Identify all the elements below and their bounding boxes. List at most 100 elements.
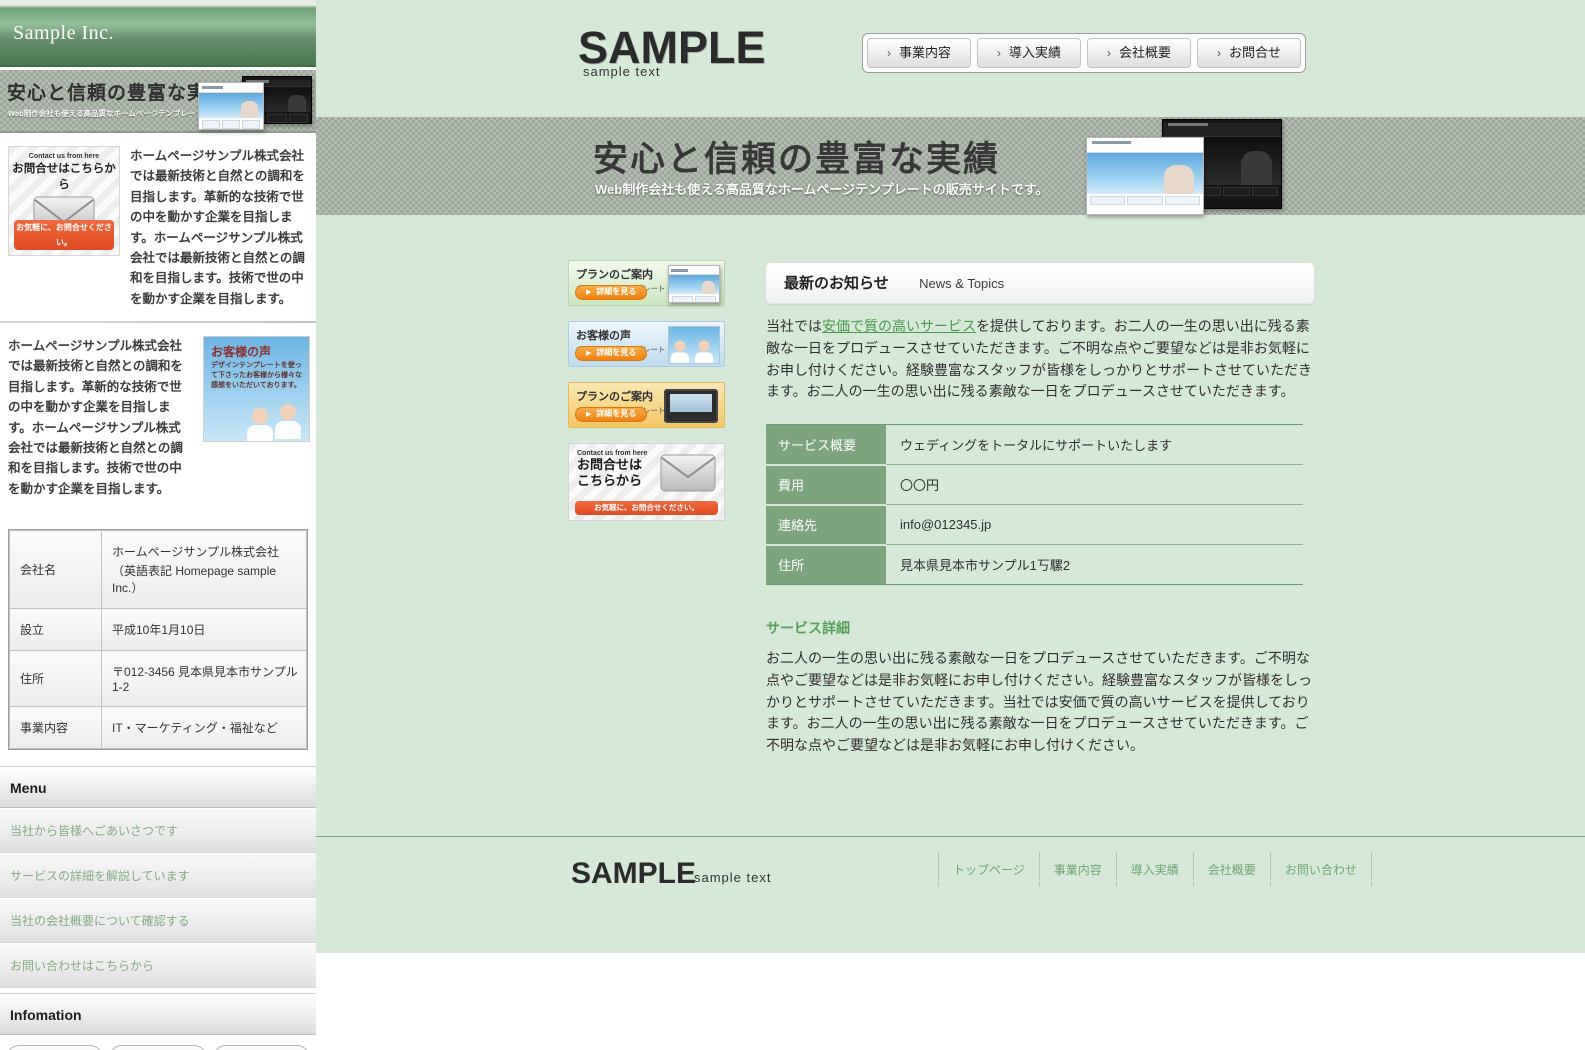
footer-link-contact[interactable]: お問い合わせ	[1270, 853, 1372, 886]
footer-link-company[interactable]: 会社概要	[1193, 853, 1270, 886]
sidebar-brand-header: Sample Inc.	[0, 0, 316, 67]
main-header: SAMPLE sample text ›事業内容 ›導入実績 ›会社概要 ›お問…	[316, 0, 1585, 117]
envelope-icon	[660, 454, 716, 492]
chevron-right-icon: ›	[1107, 46, 1111, 60]
footer-link-business[interactable]: 事業内容	[1039, 853, 1116, 886]
hero-subtitle: Web制作会社も使える高品質なホームページテンプレートの販売サイトです。	[595, 179, 1048, 198]
brand-logo: Sample Inc.	[0, 0, 316, 45]
company-overview-button[interactable]: 会社概要	[213, 1045, 310, 1050]
sidebar: Sample Inc. 安心と信頼の豊富な実績 Web制作会社も使える高品質なホ…	[0, 0, 316, 1010]
service-link[interactable]: 安価で質の高いサービス	[822, 318, 976, 334]
company-label: 設立	[10, 609, 102, 651]
news-button[interactable]: ニュース	[6, 1045, 103, 1050]
hero-band: 安心と信頼の豊富な実績 Web制作会社も使える高品質なホームページテンプレートの…	[316, 117, 1585, 215]
footer-link-top[interactable]: トップページ	[938, 853, 1039, 886]
page: Sample Inc. 安心と信頼の豊富な実績 Web制作会社も使える高品質なホ…	[0, 0, 1585, 1050]
person-figure	[275, 404, 301, 439]
company-value: 平成10年1月10日	[112, 621, 298, 638]
company-value: IT・マーケティング・福祉など	[112, 719, 298, 736]
company-label: 住所	[10, 651, 102, 707]
sidebar-menu-item-service[interactable]: サービスの詳細を解説しています	[0, 854, 316, 898]
table-row: 事業内容 IT・マーケティング・福祉など	[10, 707, 307, 749]
menu-heading: Menu	[0, 766, 316, 808]
sidebar-menu-item-contact[interactable]: お問い合わせはこちらから	[0, 944, 316, 988]
customer-voice-subtitle: デザインテンプレートを使って下さったお客様から様々な感想をいただいております。	[204, 361, 309, 391]
table-row: 会社名 ホームページサンプル株式会社 （英語表記 Homepage sample…	[10, 531, 307, 609]
customer-voice-banner[interactable]: お客様の声 デザインテンプレートを使って下さったお客様から様々な感想をいただいて…	[203, 336, 310, 442]
contact-banner-title: お問合せはこちらから	[9, 160, 119, 192]
table-row: 住所 〒012-3456 見本県見本市サンプル1-2	[10, 651, 307, 707]
table-row: 費用 〇〇円	[766, 465, 1303, 505]
company-label: 会社名	[10, 531, 102, 609]
main-footer: SAMPLE sample text トップページ事業内容導入実績会社概要お問い…	[316, 836, 1585, 953]
news-subtitle: News & Topics	[919, 276, 1004, 291]
footer-link-results[interactable]: 導入実績	[1116, 853, 1193, 886]
service-table: サービス概要 ウェディングをトータルにサポートいたします 費用 〇〇円 連絡先 …	[766, 424, 1303, 585]
intro-paragraph: 当社では安価で質の高いサービスを提供しております。お二人の一生の思い出に残る素敵…	[766, 316, 1312, 403]
service-label: 費用	[766, 465, 886, 505]
arrow-right-icon: ▶	[586, 350, 591, 357]
nav-button-results[interactable]: ›導入実績	[977, 38, 1081, 68]
sidebar-about-text: ホームページサンプル株式会社では最新技術と自然との調和を目指します。革新的な技術…	[130, 146, 310, 309]
arrow-right-icon: ▶	[586, 411, 591, 418]
chevron-right-icon: ›	[887, 46, 891, 60]
table-row: 設立 平成10年1月10日	[10, 609, 307, 651]
table-row: 住所 見本県見本市サンプル1丂騾2	[766, 545, 1303, 585]
devices-graphic	[664, 389, 718, 423]
hero-thumbnail-blue	[1086, 137, 1204, 215]
people-photo	[668, 326, 720, 364]
website-thumbnail-blue	[668, 265, 720, 303]
site-tagline: sample text	[583, 64, 660, 79]
company-value: 〒012-3456 見本県見本市サンプル1-2	[112, 663, 298, 694]
sidebar-about-text-2: ホームページサンプル株式会社では最新技術と自然との調和を目指します。革新的な技術…	[8, 336, 193, 499]
chevron-right-icon: ›	[1217, 46, 1221, 60]
contact-banner-button[interactable]: お気軽に、お問合せください。	[575, 501, 718, 515]
sidebar-contact-section: Contact us from here お問合せはこちらから お気軽に、お問合…	[0, 133, 316, 321]
chevron-right-icon: ›	[997, 46, 1001, 60]
footer-links: トップページ事業内容導入実績会社概要お問い合わせ	[938, 853, 1372, 886]
main-navigation: ›事業内容 ›導入実績 ›会社概要 ›お問合せ	[862, 33, 1306, 73]
table-row: 連絡先 info@012345.jp	[766, 505, 1303, 545]
information-buttons: ニュース お問い合わせ 会社概要	[0, 1035, 316, 1050]
service-label: 住所	[766, 545, 886, 585]
footer-logo: SAMPLE	[571, 857, 696, 891]
nav-button-contact[interactable]: ›お問合せ	[1197, 38, 1301, 68]
company-value-en: （英語表記 Homepage sample Inc.）	[112, 562, 298, 596]
website-thumbnail-blue	[198, 82, 264, 130]
nav-button-company[interactable]: ›会社概要	[1087, 38, 1191, 68]
information-heading: Infomation	[0, 993, 316, 1035]
plan-banner-green[interactable]: プランのご案内 ホームページテンプレート ▶詳細を見る	[568, 260, 725, 306]
sidebar-hero-banner: 安心と信頼の豊富な実績 Web制作会社も使える高品質なホームページテンプレートの…	[0, 70, 316, 133]
plan-banner-orange[interactable]: プランのご案内 ホームページテンプレート ▶詳細を見る	[568, 382, 725, 428]
service-value: 見本県見本市サンプル1丂騾2	[886, 545, 1303, 585]
sidebar-voice-section: ホームページサンプル株式会社では最新技術と自然との調和を目指します。革新的な技術…	[0, 323, 316, 511]
contact-banner-eyebrow: Contact us from here	[9, 147, 119, 160]
customer-voice-title: お客様の声	[204, 337, 309, 361]
inquiry-button[interactable]: お問い合わせ	[109, 1045, 206, 1050]
company-info-table: 会社名 ホームページサンプル株式会社 （英語表記 Homepage sample…	[8, 529, 308, 750]
service-value: ウェディングをトータルにサポートいたします	[886, 425, 1303, 465]
hero-title: 安心と信頼の豊富な実績	[593, 131, 1000, 182]
company-label: 事業内容	[10, 707, 102, 749]
news-topics-header: 最新のお知らせ News & Topics	[765, 262, 1315, 304]
sidebar-menu-item-greeting[interactable]: 当社から皆様へごあいさつです	[0, 809, 316, 853]
banner-column: プランのご案内 ホームページテンプレート ▶詳細を見る お客様の声 ホームページ…	[568, 260, 725, 536]
sidebar-menu-item-company[interactable]: 当社の会社概要について確認する	[0, 899, 316, 943]
nav-button-business[interactable]: ›事業内容	[867, 38, 971, 68]
contact-banner[interactable]: Contact us from here お問合せはこちらから お気軽に、お問合…	[8, 146, 120, 256]
footer-tagline: sample text	[694, 870, 771, 885]
service-label: サービス概要	[766, 425, 886, 465]
contact-banner-main[interactable]: Contact us from here お問合せは こちらから お気軽に、お問…	[568, 443, 725, 521]
contact-banner-button[interactable]: お気軽に、お問合せください。	[14, 220, 114, 250]
service-label: 連絡先	[766, 505, 886, 545]
main-content: プランのご案内 ホームページテンプレート ▶詳細を見る お客様の声 ホームページ…	[316, 215, 1585, 836]
person-figure	[247, 408, 273, 442]
service-value: 〇〇円	[886, 465, 1303, 505]
arrow-right-icon: ▶	[586, 289, 591, 296]
company-value: ホームページサンプル株式会社	[112, 543, 298, 560]
voice-banner-blue[interactable]: お客様の声 ホームページテンプレート ▶詳細を見る	[568, 321, 725, 367]
sidebar-hero-title: 安心と信頼の豊富な実績	[7, 78, 227, 105]
main-area: SAMPLE sample text ›事業内容 ›導入実績 ›会社概要 ›お問…	[316, 0, 1585, 953]
table-row: サービス概要 ウェディングをトータルにサポートいたします	[766, 425, 1303, 465]
service-detail-paragraph: お二人の一生の思い出に残る素敵な一日をプロデュースさせていただきます。ご不明な点…	[766, 648, 1314, 757]
